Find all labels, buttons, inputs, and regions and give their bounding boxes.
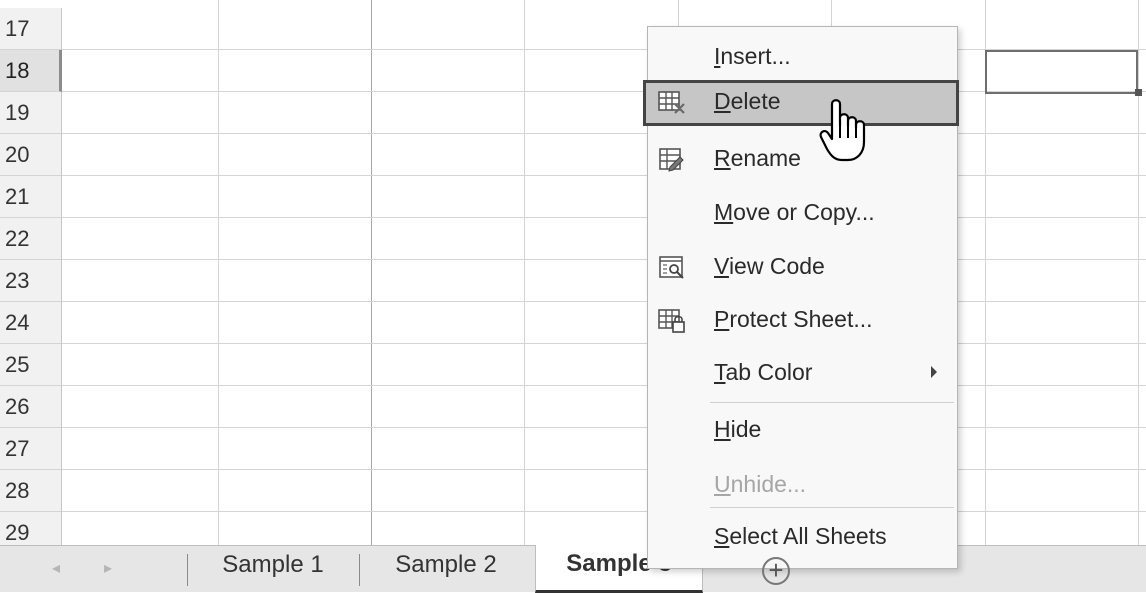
plus-circle-icon[interactable]: + — [762, 557, 790, 585]
sheet-tab-bar: ◂ ▸ Sample 1 Sample 2 Sample 3 — [0, 545, 1146, 593]
row-header[interactable]: 22 — [0, 218, 62, 260]
menu-item-rename[interactable]: Rename — [648, 137, 957, 183]
menu-item-label: Select All Sheets — [714, 523, 887, 550]
menu-item-protect-sheet[interactable]: Protect Sheet... — [648, 298, 957, 344]
access-key: S — [714, 523, 730, 549]
row-header[interactable]: 24 — [0, 302, 62, 344]
row-header[interactable]: 18 — [0, 50, 62, 92]
row-header[interactable]: 21 — [0, 176, 62, 218]
row-gridline — [62, 217, 1146, 218]
row-gridline — [62, 385, 1146, 386]
row-gridline — [62, 427, 1146, 428]
label-text: nsert... — [720, 43, 791, 69]
row-gridline — [62, 301, 1146, 302]
label-text: elete — [730, 88, 781, 114]
row-header[interactable]: 27 — [0, 428, 62, 470]
menu-item-label: Move or Copy... — [714, 199, 875, 226]
row-gridline — [62, 259, 1146, 260]
access-key: D — [714, 88, 731, 114]
sheet-context-menu: Insert... Delete Rename Move or Copy... View… — [643, 26, 959, 569]
menu-item-label: Delete — [714, 88, 781, 115]
access-key: R — [714, 145, 731, 171]
row-header[interactable]: 19 — [0, 92, 62, 134]
label-text: rotect Sheet... — [729, 306, 873, 332]
row-header[interactable]: 23 — [0, 260, 62, 302]
triangle-left-icon[interactable]: ◂ — [52, 558, 60, 578]
access-key: V — [714, 253, 729, 279]
menu-item-label: Tab Color — [714, 359, 812, 386]
row-gridline — [62, 91, 1146, 92]
submenu-arrow-icon — [931, 366, 937, 378]
row-header[interactable]: 28 — [0, 470, 62, 512]
access-key: M — [714, 199, 734, 225]
menu-item-tab-color[interactable]: Tab Color — [648, 351, 957, 397]
triangle-right-icon[interactable]: ▸ — [104, 558, 112, 578]
access-key: P — [714, 306, 730, 332]
menu-item-label: Protect Sheet... — [714, 306, 873, 333]
row-gridline — [62, 49, 1146, 50]
label-text: ab Color — [725, 359, 813, 385]
menu-item-view-code[interactable]: View Code — [648, 245, 957, 291]
menu-item-unhide: Unhide... — [648, 463, 957, 509]
column-gridline — [371, 0, 372, 545]
row-gridline — [62, 133, 1146, 134]
menu-item-label: Rename — [714, 145, 801, 172]
fill-handle[interactable] — [1135, 89, 1142, 96]
menu-item-select-all-sheets[interactable]: Select All Sheets — [648, 515, 957, 561]
sheet-tab[interactable]: Sample 2 — [360, 546, 532, 592]
sheet-tab[interactable]: Sample 1 — [188, 546, 358, 592]
access-key: H — [714, 416, 731, 442]
label-text: ename — [730, 145, 801, 171]
worksheet-grid[interactable]: 17 18 19 20 21 22 23 24 25 26 27 28 29 — [0, 0, 1146, 545]
row-gridline — [62, 343, 1146, 344]
active-cell[interactable] — [985, 50, 1138, 94]
menu-item-delete[interactable]: Delete — [643, 80, 959, 126]
row-gridline — [62, 469, 1146, 470]
access-key: U — [714, 471, 731, 497]
row-header[interactable]: 17 — [0, 8, 62, 50]
row-header[interactable]: 29 — [0, 512, 62, 545]
access-key: T — [714, 359, 726, 385]
menu-item-label: Insert... — [714, 43, 791, 70]
hand-pointer-icon — [819, 99, 866, 162]
rename-sheet-icon — [658, 147, 686, 173]
label-text: elect All Sheets — [729, 523, 887, 549]
column-gridline — [524, 0, 525, 545]
menu-item-label: Unhide... — [714, 471, 806, 498]
row-gridline — [62, 511, 1146, 512]
menu-item-label: View Code — [714, 253, 825, 280]
row-header[interactable]: 25 — [0, 344, 62, 386]
label-text: iew Code — [728, 253, 825, 279]
delete-sheet-icon — [658, 90, 686, 116]
menu-item-insert[interactable]: Insert... — [648, 35, 957, 81]
column-gridline — [1138, 0, 1139, 545]
label-text: nhide... — [730, 471, 807, 497]
row-header[interactable]: 26 — [0, 386, 62, 428]
row-gridline — [62, 175, 1146, 176]
menu-item-hide[interactable]: Hide — [648, 408, 957, 454]
label-text: ide — [730, 416, 762, 442]
label-text: ove or Copy... — [733, 199, 875, 225]
view-code-icon — [658, 255, 686, 281]
protect-sheet-icon — [658, 308, 686, 334]
row-header[interactable]: 20 — [0, 134, 62, 176]
menu-item-label: Hide — [714, 416, 761, 443]
column-gridline — [218, 0, 219, 545]
menu-item-move-or-copy[interactable]: Move or Copy... — [648, 191, 957, 237]
menu-separator — [710, 402, 954, 403]
